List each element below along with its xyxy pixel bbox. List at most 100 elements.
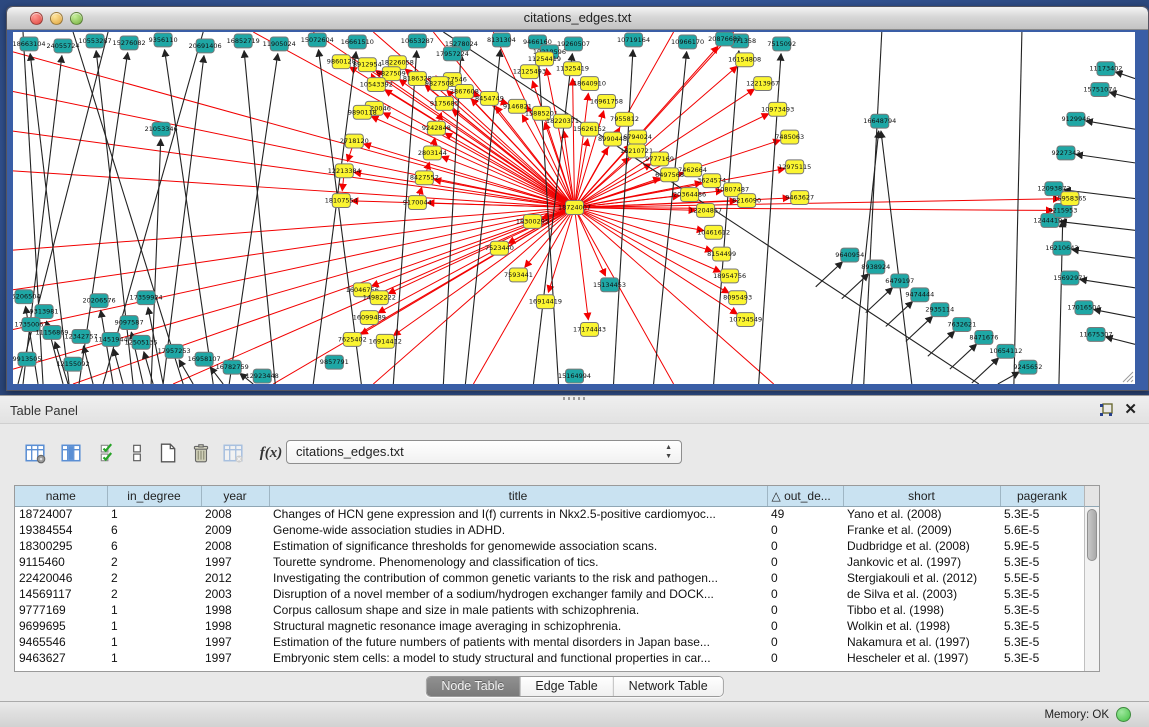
graph-node[interactable]: 24055724 bbox=[46, 39, 79, 53]
graph-node[interactable]: 16154808 bbox=[728, 53, 761, 67]
graph-node[interactable]: 16661510 bbox=[341, 35, 374, 49]
table-row[interactable]: 977716911998Corpus callosum shape and si… bbox=[15, 602, 1084, 618]
table-row[interactable]: 1830029562008Estimation of significance … bbox=[15, 538, 1084, 554]
table-row[interactable]: 911546021997Tourette syndrome. Phenomeno… bbox=[15, 554, 1084, 570]
graph-node[interactable]: 8095493 bbox=[723, 291, 752, 305]
graph-node[interactable]: 10553287 bbox=[79, 34, 112, 48]
graph-node[interactable]: 2803144 bbox=[418, 146, 447, 160]
graph-node[interactable]: 9170044 bbox=[403, 196, 432, 210]
graph-node[interactable]: 12213384 bbox=[328, 164, 361, 178]
graph-node[interactable]: 16210643 bbox=[1045, 241, 1078, 255]
float-panel-icon[interactable] bbox=[1099, 403, 1113, 417]
graph-node[interactable]: 9777169 bbox=[645, 152, 674, 166]
column-header-title[interactable]: title bbox=[269, 486, 767, 506]
column-header-pagerank[interactable]: pagerank bbox=[1000, 486, 1084, 506]
graph-node[interactable]: 10734549 bbox=[729, 313, 762, 327]
table-settings-icon[interactable] bbox=[20, 438, 50, 468]
graph-node[interactable]: 15072604 bbox=[301, 33, 334, 47]
graph-node[interactable]: 18663104 bbox=[13, 37, 46, 51]
table-row[interactable]: 946554611997Estimation of the future num… bbox=[15, 634, 1084, 650]
table-row[interactable]: 1456911722003Disruption of a novel membe… bbox=[15, 586, 1084, 602]
graph-node[interactable]: 11254419 bbox=[528, 52, 561, 66]
row-height-icon[interactable] bbox=[122, 438, 152, 468]
graph-node[interactable]: 18954756 bbox=[713, 269, 746, 283]
graph-node[interactable]: 10654112 bbox=[989, 344, 1022, 358]
graph-node[interactable]: 7515092 bbox=[767, 37, 796, 51]
select-rows-icon[interactable] bbox=[94, 438, 124, 468]
graph-node[interactable]: 7593441 bbox=[504, 268, 533, 282]
graph-node[interactable]: 18107554 bbox=[325, 194, 358, 208]
graph-node[interactable]: 16852719 bbox=[227, 34, 260, 48]
graph-node[interactable]: 21053346 bbox=[145, 122, 178, 136]
table-row[interactable]: 1938455462009Genome-wide association stu… bbox=[15, 522, 1084, 538]
resize-grip[interactable] bbox=[1120, 369, 1134, 383]
graph-node[interactable]: 9245652 bbox=[1013, 360, 1042, 374]
tab-network-table[interactable]: Network Table bbox=[614, 677, 723, 696]
graph-node[interactable]: 10719164 bbox=[617, 33, 650, 47]
graph-node[interactable]: 9463627 bbox=[785, 191, 814, 205]
graph-node[interactable]: 18640910 bbox=[573, 77, 606, 91]
table-chooser-dropdown[interactable]: citations_edges.txt ▲▼ bbox=[286, 440, 682, 464]
function-builder-button[interactable]: f(x) bbox=[256, 438, 286, 468]
node-table[interactable]: namein_degreeyeartitle△ out_de...shortpa… bbox=[15, 486, 1085, 666]
graph-node[interactable]: 9227343 bbox=[1051, 146, 1080, 160]
graph-node[interactable]: 16648794 bbox=[863, 114, 896, 128]
graph-node[interactable]: 12342757 bbox=[65, 329, 98, 343]
table-vertical-scrollbar[interactable] bbox=[1084, 507, 1099, 671]
window-titlebar[interactable]: citations_edges.txt bbox=[7, 7, 1148, 30]
graph-node[interactable]: 9129946 bbox=[1061, 112, 1090, 126]
delete-table-icon[interactable] bbox=[186, 438, 216, 468]
graph-node[interactable]: 12155092 bbox=[57, 357, 90, 371]
graph-node[interactable]: 20364486 bbox=[673, 188, 706, 202]
graph-node[interactable]: 12125493 bbox=[513, 65, 546, 79]
graph-node[interactable]: 7485063 bbox=[775, 130, 804, 144]
network-view-window[interactable]: citations_edges.txt 18724007186631042405… bbox=[6, 6, 1149, 391]
graph-node[interactable]: 9242848 bbox=[422, 121, 451, 135]
graph-node[interactable]: 17957253 bbox=[158, 344, 191, 358]
graph-node[interactable]: 11675307 bbox=[1079, 327, 1112, 341]
graph-node[interactable]: 15164994 bbox=[558, 369, 591, 383]
graph-node[interactable]: 16914412 bbox=[369, 334, 402, 348]
graph-node[interactable]: 8471676 bbox=[969, 330, 998, 344]
graph-node[interactable]: 17016504 bbox=[1067, 301, 1100, 315]
graph-node[interactable]: 12923448 bbox=[246, 369, 279, 383]
tab-node-table[interactable]: Node Table bbox=[426, 677, 520, 696]
graph-node[interactable]: 10543392 bbox=[360, 78, 393, 92]
column-header-in_degree[interactable]: in_degree bbox=[107, 486, 201, 506]
table-row[interactable]: 1872400712008Changes of HCN gene express… bbox=[15, 506, 1084, 522]
graph-node[interactable]: 20206576 bbox=[83, 294, 116, 308]
graph-node[interactable]: 9860128 bbox=[327, 55, 356, 69]
graph-node[interactable]: 14982222 bbox=[363, 291, 396, 305]
graph-node[interactable]: 10966170 bbox=[671, 35, 704, 49]
graph-node[interactable]: 9913505 bbox=[13, 352, 41, 366]
show-column-icon[interactable] bbox=[56, 438, 86, 468]
graph-node[interactable]: 9474444 bbox=[905, 288, 934, 302]
table-panel-header[interactable]: Table Panel ✕ bbox=[0, 396, 1149, 424]
column-header-year[interactable]: year bbox=[201, 486, 269, 506]
column-header-out_de[interactable]: △ out_de... bbox=[767, 486, 843, 506]
graph-node[interactable]: 9857791 bbox=[320, 355, 349, 369]
graph-node[interactable]: 6479197 bbox=[885, 274, 914, 288]
graph-node[interactable]: 9356110 bbox=[149, 33, 178, 47]
graph-node[interactable]: 8216090 bbox=[732, 194, 761, 208]
graph-node[interactable]: 10653287 bbox=[401, 34, 434, 48]
graph-node[interactable]: 11173402 bbox=[1089, 62, 1122, 76]
graph-node[interactable]: 16914419 bbox=[529, 295, 562, 309]
graph-node[interactable]: 2935114 bbox=[925, 303, 954, 317]
graph-node[interactable]: 15626152 bbox=[573, 122, 606, 136]
graph-node[interactable]: 12204857 bbox=[689, 204, 722, 218]
graph-node[interactable]: 8427552 bbox=[410, 171, 439, 185]
graph-node[interactable]: 8454749 bbox=[475, 91, 504, 105]
graph-node[interactable]: 7625402 bbox=[338, 332, 367, 346]
graph-node[interactable]: 12975115 bbox=[778, 160, 811, 174]
graph-node[interactable]: 20691406 bbox=[189, 39, 222, 53]
column-header-short[interactable]: short bbox=[843, 486, 1000, 506]
column-header-name[interactable]: name bbox=[15, 486, 107, 506]
panel-drag-handle-icon[interactable] bbox=[563, 397, 587, 400]
graph-node[interactable]: 16782759 bbox=[216, 360, 249, 374]
table-row[interactable]: 969969511998Structural magnetic resonanc… bbox=[15, 618, 1084, 634]
table-row[interactable]: 946362711997Embryonic stem cells: a mode… bbox=[15, 650, 1084, 666]
graph-node[interactable]: 11325419 bbox=[556, 62, 589, 76]
graph-node[interactable]: 7632621 bbox=[947, 318, 976, 332]
network-canvas[interactable]: 1872400718663104240557241055328715276082… bbox=[13, 32, 1135, 384]
